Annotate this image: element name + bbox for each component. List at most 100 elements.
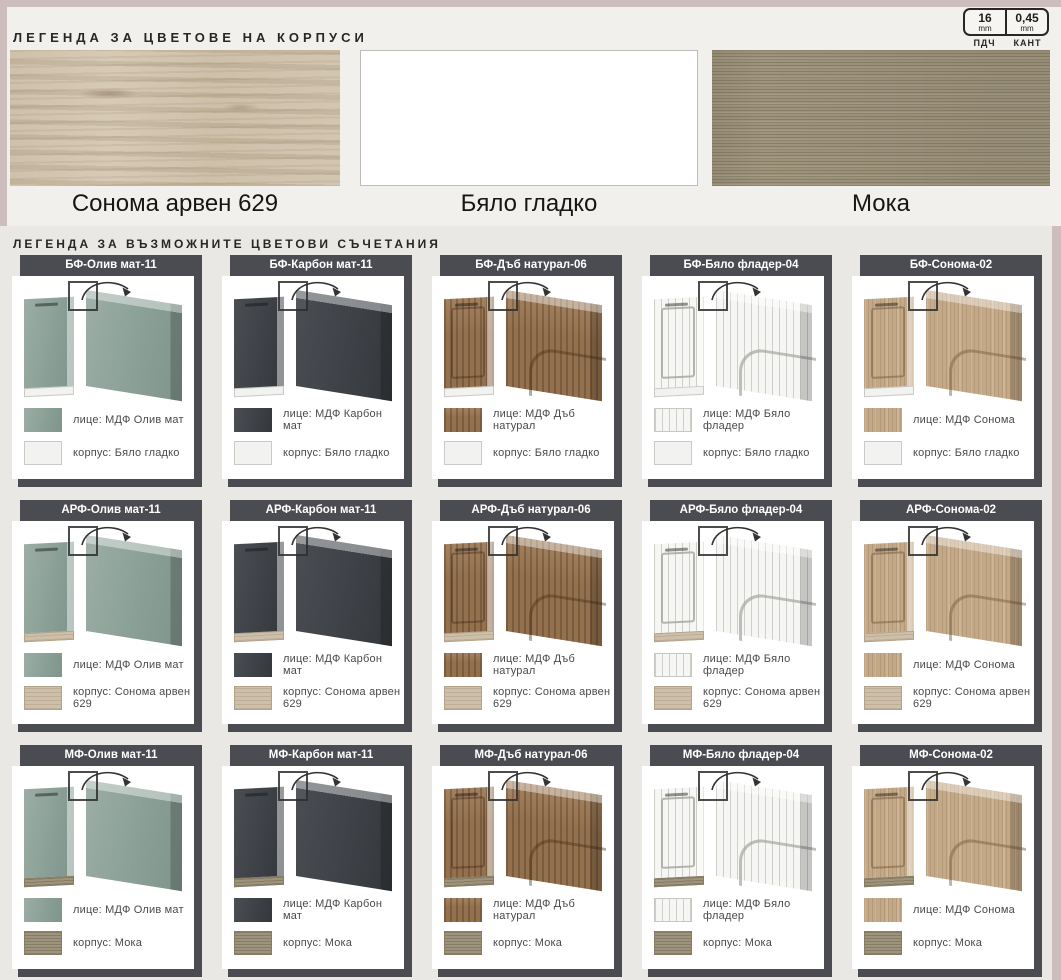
card-shadow — [228, 724, 412, 732]
door-face — [444, 542, 494, 634]
door-detail-panel — [716, 780, 812, 891]
card-shadow — [18, 479, 202, 487]
card-shadow — [194, 521, 202, 732]
body-legend-row: корпус: Сонома арвен 629 — [24, 686, 194, 710]
card-title: БФ-Бяло фладер-04 — [650, 255, 832, 276]
card-title: БФ-Карбон мат-11 — [230, 255, 412, 276]
body-legend-row: корпус: Бяло гладко — [654, 441, 824, 465]
card-body: лице: МДФ Сонома корпус: Сонома арвен 62… — [852, 521, 1034, 724]
door-detail-panel — [296, 780, 392, 891]
body-label: корпус: Бяло гладко — [283, 447, 390, 459]
card-shadow — [648, 724, 832, 732]
card-title: АРФ-Карбон мат-11 — [230, 500, 412, 521]
combo-card: БФ-Бяло фладер-04 — [642, 255, 832, 487]
door-front — [864, 542, 914, 643]
door-illustration — [432, 521, 614, 649]
zoom-arrow-icon — [498, 521, 556, 547]
body-legend-row: корпус: Мока — [444, 931, 614, 955]
card-shadow — [1034, 766, 1042, 977]
edge-label: КАНТ — [1006, 38, 1049, 48]
body-label: корпус: Мока — [73, 937, 142, 949]
material-spec-badge: 16 mm 0,45 mm ПДЧ КАНТ — [963, 8, 1049, 48]
body-label: корпус: Бяло гладко — [493, 447, 600, 459]
catalog-page: ЛЕГЕНДА ЗА ЦВЕТОВЕ НА КОРПУСИ 16 mm 0,45… — [0, 0, 1061, 980]
door-front — [654, 787, 704, 888]
body-legend-row: корпус: Мока — [654, 931, 824, 955]
door-face — [654, 787, 704, 879]
face-label: лице: МДФ Олив мат — [73, 659, 184, 671]
face-legend-row: лице: МДФ Олив мат — [24, 653, 194, 677]
face-legend-row: лице: МДФ Карбон мат — [234, 408, 404, 432]
card-shadow — [648, 479, 832, 487]
door-front — [654, 297, 704, 398]
door-detail-panel — [926, 290, 1022, 401]
door-handle — [245, 793, 268, 797]
face-color-swatch — [24, 408, 62, 432]
door-front — [24, 787, 74, 888]
face-color-swatch — [864, 653, 902, 677]
door-front — [234, 297, 284, 398]
body-color-swatch — [444, 931, 482, 955]
thickness-unit: mm — [967, 24, 1003, 33]
card-shadow — [824, 521, 832, 732]
door-illustration — [12, 766, 194, 894]
card-body: лице: МДФ Бяло фладер корпус: Бяло гладк… — [642, 276, 824, 479]
door-front — [864, 787, 914, 888]
door-panel-frame — [451, 551, 485, 624]
card-title: МФ-Бяло фладер-04 — [650, 745, 832, 766]
door-detail-arch — [949, 590, 1026, 649]
card-body: лице: МДФ Бяло фладер корпус: Мока — [642, 766, 824, 969]
door-detail-panel — [506, 290, 602, 401]
zoom-arrow-icon — [78, 276, 136, 302]
combo-card: БФ-Олив мат-11 — [12, 255, 202, 487]
door-panel-frame — [871, 796, 905, 869]
zoom-arrow-icon — [288, 276, 346, 302]
door-front — [864, 297, 914, 398]
body-color-swatch — [234, 686, 272, 710]
door-face — [444, 297, 494, 389]
body-label: корпус: Сонома арвен 629 — [703, 686, 824, 710]
door-detail-arch — [739, 590, 816, 649]
face-color-swatch — [654, 408, 692, 432]
combo-card: МФ-Бяло фладер-04 — [642, 745, 832, 977]
zoom-arrow-icon — [288, 521, 346, 547]
thickness-label: ПДЧ — [963, 38, 1006, 48]
door-illustration — [852, 521, 1034, 649]
body-label: корпус: Сонома арвен 629 — [493, 686, 614, 710]
card-title: БФ-Олив мат-11 — [20, 255, 202, 276]
combo-card: БФ-Сонома-02 — [852, 255, 1042, 487]
body-legend-row: корпус: Мока — [864, 931, 1034, 955]
door-detail-panel — [926, 780, 1022, 891]
card-title: АРФ-Сонома-02 — [860, 500, 1042, 521]
card-legend: лице: МДФ Сонома корпус: Сонома арвен 62… — [852, 649, 1034, 710]
face-color-swatch — [654, 653, 692, 677]
door-detail-arch — [739, 835, 816, 894]
body-color-swatch — [444, 686, 482, 710]
face-color-swatch — [24, 653, 62, 677]
combo-card: АРФ-Сонома-02 — [852, 500, 1042, 732]
card-title: АРФ-Бяло фладер-04 — [650, 500, 832, 521]
face-label: лице: МДФ Сонома — [913, 414, 1015, 426]
card-body: лице: МДФ Бяло фладер корпус: Сонома арв… — [642, 521, 824, 724]
face-label: лице: МДФ Дъб натурал — [493, 898, 614, 922]
card-body: лице: МДФ Олив мат корпус: Бяло гладко — [12, 276, 194, 479]
card-legend: лице: МДФ Олив мат корпус: Мока — [12, 894, 194, 955]
door-illustration — [432, 766, 614, 894]
door-panel-frame — [871, 551, 905, 624]
combo-card: БФ-Карбон мат-11 — [222, 255, 412, 487]
card-shadow — [1034, 521, 1042, 732]
face-color-swatch — [444, 408, 482, 432]
door-detail-panel — [926, 535, 1022, 646]
zoom-arrow-icon — [918, 766, 976, 792]
card-title: БФ-Сонома-02 — [860, 255, 1042, 276]
door-front — [234, 542, 284, 643]
card-shadow — [438, 969, 622, 977]
door-face — [24, 297, 74, 389]
zoom-arrow-icon — [708, 766, 766, 792]
door-face — [654, 542, 704, 634]
card-body: лице: МДФ Сонома корпус: Бяло гладко — [852, 276, 1034, 479]
door-illustration — [852, 766, 1034, 894]
combo-card: АРФ-Карбон мат-11 — [222, 500, 412, 732]
door-face — [864, 542, 914, 634]
combo-card: МФ-Олив мат-11 — [12, 745, 202, 977]
